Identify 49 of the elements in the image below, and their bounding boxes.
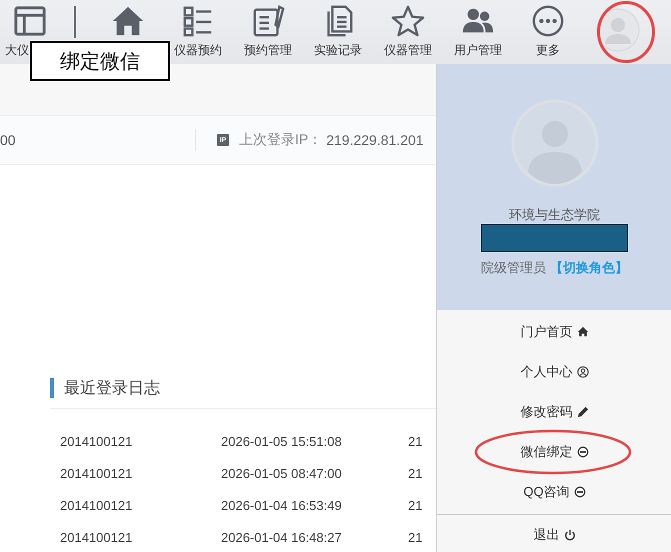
table-cell: 21 [408, 530, 422, 544]
nav-item[interactable]: 仪器管理 [373, 0, 443, 59]
section-title: 最近登录日志 [64, 378, 160, 398]
nav-item[interactable]: 预约管理 [233, 0, 303, 59]
power-icon [564, 529, 576, 541]
menu-item[interactable]: 门户首页 [437, 312, 671, 352]
last-login-ip-label: 上次登录IP： [239, 131, 322, 149]
logout-menu-item[interactable]: 退出 [437, 515, 671, 552]
last-login-ip-value: 219.229.81.201 [326, 132, 424, 148]
menu-item[interactable]: QQ咨询 [437, 472, 671, 512]
star-icon [391, 4, 425, 38]
table-cell-text: 2026-01-05 08:47:00 [220, 466, 343, 480]
nav-label: 仪器管理 [384, 42, 432, 59]
nav-item[interactable]: 实验记录 [303, 0, 373, 59]
callout-tooltip: 绑定微信 [30, 41, 170, 81]
table-cell-text: 2014100121 [59, 498, 134, 512]
nav-label: 预约管理 [244, 42, 292, 59]
menu-item[interactable]: 个人中心 [437, 352, 671, 392]
nav-label: 大仪 [5, 42, 29, 59]
window-icon [13, 4, 47, 38]
nav-label: 用户管理 [454, 42, 502, 59]
user-circle-icon [576, 366, 588, 378]
heading-accent-bar [50, 378, 54, 398]
table-cell-text: 2026-01-04 16:48:27 [220, 530, 343, 544]
info-value: 00 [0, 132, 17, 148]
notebook-pen-icon [251, 4, 285, 38]
table-cell-text: 2014100121 [59, 434, 134, 448]
more-icon [531, 4, 565, 38]
table-cell-text: 2026-01-04 16:53:49 [220, 498, 343, 512]
college-name: 环境与生态学院 [509, 206, 600, 224]
menu-item[interactable]: 微信绑定 [437, 432, 671, 472]
nav-item[interactable]: 用户管理 [443, 0, 513, 59]
menu-item[interactable]: 修改密码 [437, 392, 671, 432]
avatar-icon [510, 98, 600, 188]
table-cell: 21 [408, 498, 422, 512]
nav-label: 更多 [536, 42, 560, 59]
table-cell-text: 2014100121 [59, 530, 134, 544]
home-icon [111, 4, 145, 38]
nav-label: 仪器预约 [174, 42, 222, 59]
nav-item[interactable]: 更多 [513, 0, 583, 59]
table-cell: 21 [408, 466, 422, 480]
avatar-icon[interactable] [596, 8, 640, 52]
pencil-icon [576, 406, 588, 418]
table-cell-text: 2014100121 [59, 466, 134, 480]
table-cell-text: 2026-01-05 15:51:08 [220, 434, 343, 448]
role-label: 院级管理员 [481, 259, 546, 277]
table-cell: 21 [408, 434, 422, 448]
nav-label: 实验记录 [314, 42, 362, 59]
home-icon [576, 326, 588, 338]
